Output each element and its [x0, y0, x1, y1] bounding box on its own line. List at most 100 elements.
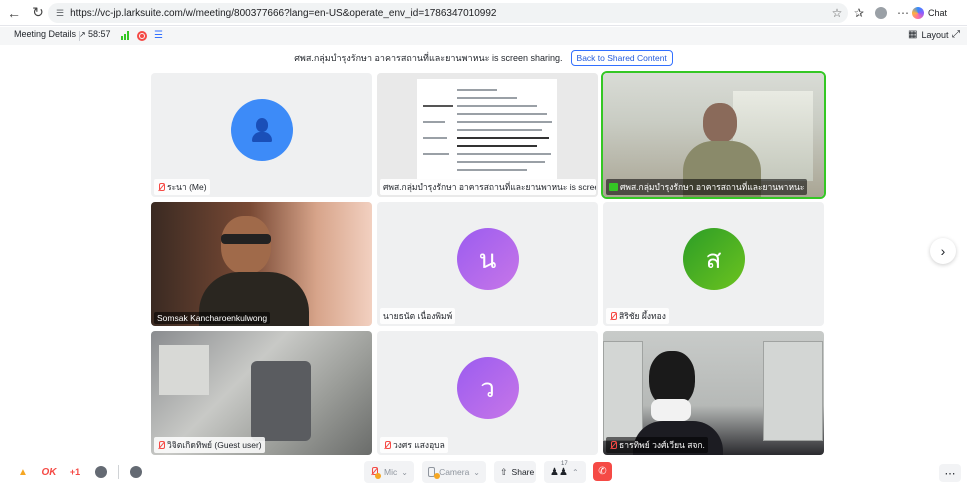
participant-name: ศพส.กลุ่มบำรุงรักษา อาคารสถานที่และยานพา…	[383, 182, 596, 192]
layout-label: Layout	[921, 29, 949, 40]
participant-tile[interactable]: วิจิตเกิดทิพย์ (Guest user)	[151, 331, 372, 455]
fullscreen-icon[interactable]: ⤢	[952, 29, 960, 40]
next-page-button[interactable]: ›	[930, 238, 956, 264]
person-head	[703, 103, 737, 143]
screen-sharing-icon	[609, 183, 618, 191]
mic-muted-icon	[609, 440, 617, 450]
participant-tile-active-speaker[interactable]: ศพส.กลุ่มบำรุงรักษา อาคารสถานที่และยานพา…	[601, 71, 826, 199]
chevron-right-icon: ›	[940, 243, 946, 259]
copilot-chat-button[interactable]: Chat	[912, 4, 947, 22]
address-bar[interactable]: ☰ https://vc-jp.larksuite.com/w/meeting/…	[48, 3, 848, 23]
favorites-icon[interactable]: ✰	[850, 4, 868, 22]
avatar-letter: ว	[480, 373, 495, 404]
cabinet	[603, 341, 643, 441]
profile-avatar-icon[interactable]	[872, 4, 890, 22]
bookmark-star-icon[interactable]: ☆	[828, 4, 846, 22]
notes-list-icon[interactable]: ☰	[154, 30, 164, 41]
mic-muted-icon	[157, 182, 165, 192]
thumbs-up-icon[interactable]: ▲	[14, 463, 32, 481]
back-to-shared-content-button[interactable]: Back to Shared Content	[570, 50, 673, 66]
reload-icon[interactable]: ↻	[28, 3, 48, 23]
participant-name-tag: Somsak Kancharoenkulwong	[154, 312, 271, 324]
participant-name: ธารทิพย์ วงศ์เวียน สจก.	[619, 440, 705, 450]
meeting-toolbar: ▲ OK +1 Mic ⌄ Camera ⌄ ⇧ Share ♟♟ ⌃ 17 ✆…	[0, 458, 967, 486]
participant-name-tag: ศพส.กลุ่มบำรุงรักษา อาคารสถานที่และยานพา…	[380, 179, 596, 195]
office-chair	[251, 361, 311, 441]
avatar-letter: ส	[705, 244, 722, 275]
mic-label: Mic	[384, 467, 398, 477]
screen-share-banner: ศพส.กลุ่มบำรุงรักษา อาคารสถานที่และยานพา…	[0, 48, 967, 68]
url-text: https://vc-jp.larksuite.com/w/meeting/80…	[70, 7, 497, 19]
person-head	[221, 216, 271, 274]
equipment	[159, 345, 209, 395]
participants-count-badge: 17	[561, 461, 568, 467]
screen-share-text: ศพส.กลุ่มบำรุงรักษา อาคารสถานที่และยานพา…	[294, 53, 563, 63]
divider	[79, 31, 80, 41]
participant-tile[interactable]: ธารทิพย์ วงศ์เวียน สจก.	[603, 331, 824, 455]
participant-tile[interactable]: น นายธนัต เนื่องพิมพ์	[377, 202, 598, 326]
participant-tile[interactable]: ส สิริชัย ผึ้งทอง	[603, 202, 824, 326]
avatar	[230, 99, 293, 161]
chevron-down-icon[interactable]: ⌄	[401, 468, 408, 477]
avatar: น	[456, 228, 519, 290]
camera-off-icon	[428, 467, 440, 479]
participant-name: Somsak Kancharoenkulwong	[157, 313, 268, 323]
avatar-letter: น	[478, 244, 497, 275]
participant-name: ศพส.กลุ่มบำรุงรักษา อาคารสถานที่และยานพา…	[620, 182, 805, 192]
meeting-top-bar: Meeting Details ↗ 58:57 ☰ ▦ Layout ⤢	[0, 27, 967, 45]
person-icon	[251, 118, 272, 142]
participant-name: วิจิตเกิดทิพย์ (Guest user)	[167, 440, 262, 450]
reactions-bar: ▲ OK +1	[14, 463, 145, 481]
share-button[interactable]: ⇧ Share	[494, 461, 536, 483]
shared-document	[417, 79, 557, 179]
mic-off-icon	[370, 466, 381, 479]
meeting-details-label: Meeting Details	[14, 29, 77, 39]
participant-tile[interactable]: ว วงศร แสงอุบล	[377, 331, 598, 455]
participant-name: ระนา (Me)	[167, 182, 207, 192]
emoji-picker-icon[interactable]	[92, 463, 110, 481]
ok-reaction-button[interactable]: OK	[40, 463, 58, 481]
cabinet	[763, 341, 823, 441]
hang-up-icon: ✆	[598, 466, 607, 477]
screen-share-tile[interactable]: ศพส.กลุ่มบำรุงรักษา อาคารสถานที่และยานพา…	[377, 73, 598, 197]
copilot-icon	[912, 7, 924, 19]
avatar: ว	[456, 357, 519, 419]
participant-name-tag: ธารทิพย์ วงศ์เวียน สจก.	[606, 437, 708, 453]
site-info-icon[interactable]: ☰	[56, 8, 64, 19]
camera-label: Camera	[439, 467, 470, 477]
recording-icon[interactable]	[137, 31, 147, 41]
mic-muted-icon	[157, 440, 165, 450]
chevron-down-icon[interactable]: ⌄	[473, 468, 480, 477]
participant-name-tag: นายธนัต เนื่องพิมพ์	[380, 308, 456, 324]
leave-meeting-button[interactable]: ✆	[593, 462, 612, 481]
face-mask	[651, 399, 691, 421]
participant-video	[151, 202, 372, 326]
participant-name-tag: ระนา (Me)	[154, 179, 210, 195]
participant-name-tag: สิริชัย ผึ้งทอง	[606, 308, 669, 324]
chat-label: Chat	[928, 8, 948, 18]
more-options-icon[interactable]: ⋯	[894, 4, 912, 22]
share-label: Share	[511, 467, 535, 477]
meeting-timer: 58:57	[88, 29, 111, 39]
chat-icon[interactable]	[127, 463, 145, 481]
participant-name-tag: วงศร แสงอุบล	[380, 437, 448, 453]
network-signal-icon[interactable]	[121, 31, 129, 40]
meeting-details-button[interactable]: Meeting Details ↗	[14, 29, 86, 39]
participant-tile[interactable]: Somsak Kancharoenkulwong	[151, 202, 372, 326]
participants-icon: ♟♟	[550, 466, 568, 478]
camera-button[interactable]: Camera ⌄	[422, 461, 486, 483]
participant-tile[interactable]: ระนา (Me)	[151, 73, 372, 197]
share-screen-icon: ⇧	[500, 466, 508, 477]
layout-button[interactable]: ▦ Layout	[908, 29, 948, 40]
mic-button[interactable]: Mic ⌄	[364, 461, 414, 483]
participant-name: วงศร แสงอุบล	[393, 440, 445, 450]
plus-one-reaction-button[interactable]: +1	[66, 463, 84, 481]
participant-name-tag: วิจิตเกิดทิพย์ (Guest user)	[154, 437, 265, 453]
participant-name-tag: ศพส.กลุ่มบำรุงรักษา อาคารสถานที่และยานพา…	[606, 179, 808, 195]
ellipsis-icon: ⋯	[944, 467, 956, 480]
participant-name: นายธนัต เนื่องพิมพ์	[383, 311, 453, 321]
participant-name: สิริชัย ผึ้งทอง	[619, 311, 666, 321]
more-options-button[interactable]: ⋯	[939, 464, 961, 482]
back-arrow-icon[interactable]: ←	[4, 3, 24, 23]
chevron-up-icon[interactable]: ⌃	[572, 468, 579, 477]
